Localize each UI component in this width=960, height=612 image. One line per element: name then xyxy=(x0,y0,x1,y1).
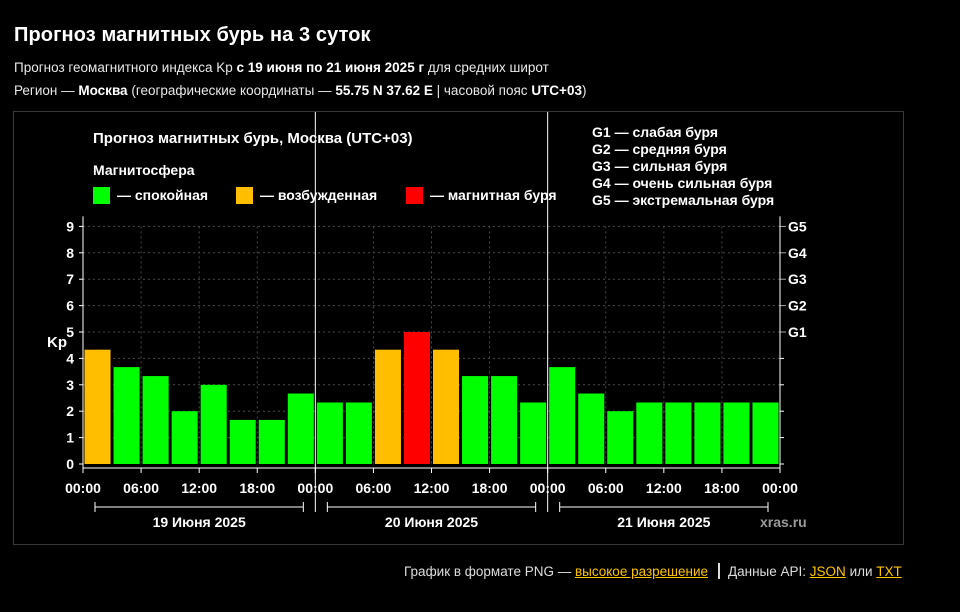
info-text: | часовой пояс xyxy=(432,83,532,98)
forecast-dates: с 19 июня по 21 июня 2025 г xyxy=(236,60,425,75)
y-tick-label: 0 xyxy=(66,456,74,472)
legend-swatch xyxy=(93,187,110,204)
png-text: График в формате PNG — xyxy=(404,564,575,579)
storm-level-label: G3 xyxy=(788,271,807,287)
region-info: Регион — Москва (географические координа… xyxy=(14,83,586,98)
kp-bar xyxy=(84,349,111,464)
x-tick-label: 00:00 xyxy=(762,480,798,496)
y-tick-label: 8 xyxy=(66,245,74,261)
storm-level-item: G3 — сильная буря xyxy=(592,158,727,174)
info-text: ) xyxy=(581,83,587,98)
x-tick-label: 00:00 xyxy=(530,480,566,496)
x-tick-label: 12:00 xyxy=(414,480,450,496)
kp-bar xyxy=(491,376,518,464)
storm-level-label: G5 xyxy=(788,218,807,234)
kp-bar xyxy=(549,367,576,464)
y-axis-label: Kp xyxy=(47,334,67,351)
footer-divider xyxy=(718,563,720,579)
info-text: для средних широт xyxy=(424,60,549,75)
kp-bar xyxy=(433,349,460,464)
kp-bar xyxy=(520,402,547,464)
kp-bar xyxy=(345,402,372,464)
kp-forecast-chart: Прогноз магнитных бурь, Москва (UTC+03) … xyxy=(47,112,807,530)
x-tick-label: 00:00 xyxy=(297,480,333,496)
footer: График в формате PNG — высокое разрешени… xyxy=(404,563,902,579)
storm-levels-list: G1 — слабая буряG2 — средняя буряG3 — си… xyxy=(592,124,774,208)
kp-bar xyxy=(607,411,634,464)
info-text: Прогноз геомагнитного индекса Kp xyxy=(14,60,237,75)
storm-level-item: G4 — очень сильная буря xyxy=(592,175,772,191)
day-bracket xyxy=(94,502,304,512)
kp-bar xyxy=(316,402,343,464)
y-tick-label: 9 xyxy=(66,218,74,234)
y-tick-label: 5 xyxy=(66,324,74,340)
chart-frame: Прогноз магнитных бурь, Москва (UTC+03) … xyxy=(13,111,904,545)
storm-level-label: G4 xyxy=(788,245,807,261)
api-text: Данные API: xyxy=(728,564,810,579)
timezone: UTC+03 xyxy=(531,83,582,98)
region-coordinates: 55.75 N 37.62 E xyxy=(335,83,433,98)
x-tick-label: 18:00 xyxy=(704,480,740,496)
legend: — спокойная — возбужденная — магнитная бур… xyxy=(93,187,557,204)
kp-bar xyxy=(171,411,198,464)
info-text: (географические координаты — xyxy=(127,83,336,98)
kp-bar xyxy=(462,376,489,464)
forecast-period-info: Прогноз геомагнитного индекса Kp с 19 ию… xyxy=(14,60,549,75)
region-name: Москва xyxy=(78,83,128,98)
x-tick-label: 12:00 xyxy=(646,480,682,496)
x-tick-label: 00:00 xyxy=(65,480,101,496)
day-label: 21 Июня 2025 xyxy=(617,514,710,530)
kp-bar xyxy=(578,393,605,464)
day-bracket xyxy=(326,502,537,512)
kp-bar xyxy=(752,402,779,464)
kp-bar xyxy=(229,419,256,464)
kp-bar xyxy=(374,349,401,464)
x-tick-label: 06:00 xyxy=(588,480,624,496)
storm-level-label: G2 xyxy=(788,298,807,314)
legend-label: — возбужденная xyxy=(260,187,377,203)
or-text: или xyxy=(845,564,877,579)
legend-label: — спокойная xyxy=(117,187,208,203)
info-text: Регион — xyxy=(14,83,79,98)
kp-bar xyxy=(113,367,140,464)
kp-bar xyxy=(200,384,227,464)
watermark: xras.ru xyxy=(760,514,807,530)
page-title: Прогноз магнитных бурь на 3 суток xyxy=(14,24,371,46)
x-tick-label: 18:00 xyxy=(472,480,508,496)
chart-title: Прогноз магнитных бурь, Москва (UTC+03) xyxy=(93,130,413,147)
day-label: 19 Июня 2025 xyxy=(153,514,246,530)
legend-label: — магнитная буря xyxy=(430,187,557,203)
x-tick-label: 06:00 xyxy=(123,480,159,496)
x-tick-label: 06:00 xyxy=(356,480,392,496)
storm-level-item: G1 — слабая буря xyxy=(592,124,718,140)
day-bracket xyxy=(559,502,769,512)
kp-bar xyxy=(403,332,430,464)
storm-level-item: G2 — средняя буря xyxy=(592,141,727,157)
kp-bar xyxy=(287,393,314,464)
y-tick-label: 7 xyxy=(66,271,74,287)
kp-bar xyxy=(636,402,663,464)
y-tick-label: 4 xyxy=(66,350,74,366)
high-resolution-link[interactable]: высокое разрешение xyxy=(575,564,708,579)
y-tick-label: 1 xyxy=(66,430,74,446)
x-tick-label: 18:00 xyxy=(239,480,275,496)
json-link[interactable]: JSON xyxy=(810,564,846,579)
legend-title: Магнитосфера xyxy=(93,162,195,178)
kp-bar xyxy=(723,402,750,464)
kp-bar xyxy=(258,419,285,464)
kp-bar xyxy=(142,376,169,464)
y-tick-label: 6 xyxy=(66,298,74,314)
x-tick-label: 12:00 xyxy=(181,480,217,496)
txt-link[interactable]: TXT xyxy=(876,564,902,579)
kp-bar xyxy=(665,402,692,464)
legend-swatch xyxy=(236,187,253,204)
y-tick-label: 2 xyxy=(66,403,74,419)
storm-level-label: G1 xyxy=(788,324,807,340)
storm-level-item: G5 — экстремальная буря xyxy=(592,192,774,208)
legend-swatch xyxy=(406,187,423,204)
day-label: 20 Июня 2025 xyxy=(385,514,478,530)
kp-bar xyxy=(694,402,721,464)
y-tick-label: 3 xyxy=(66,377,74,393)
